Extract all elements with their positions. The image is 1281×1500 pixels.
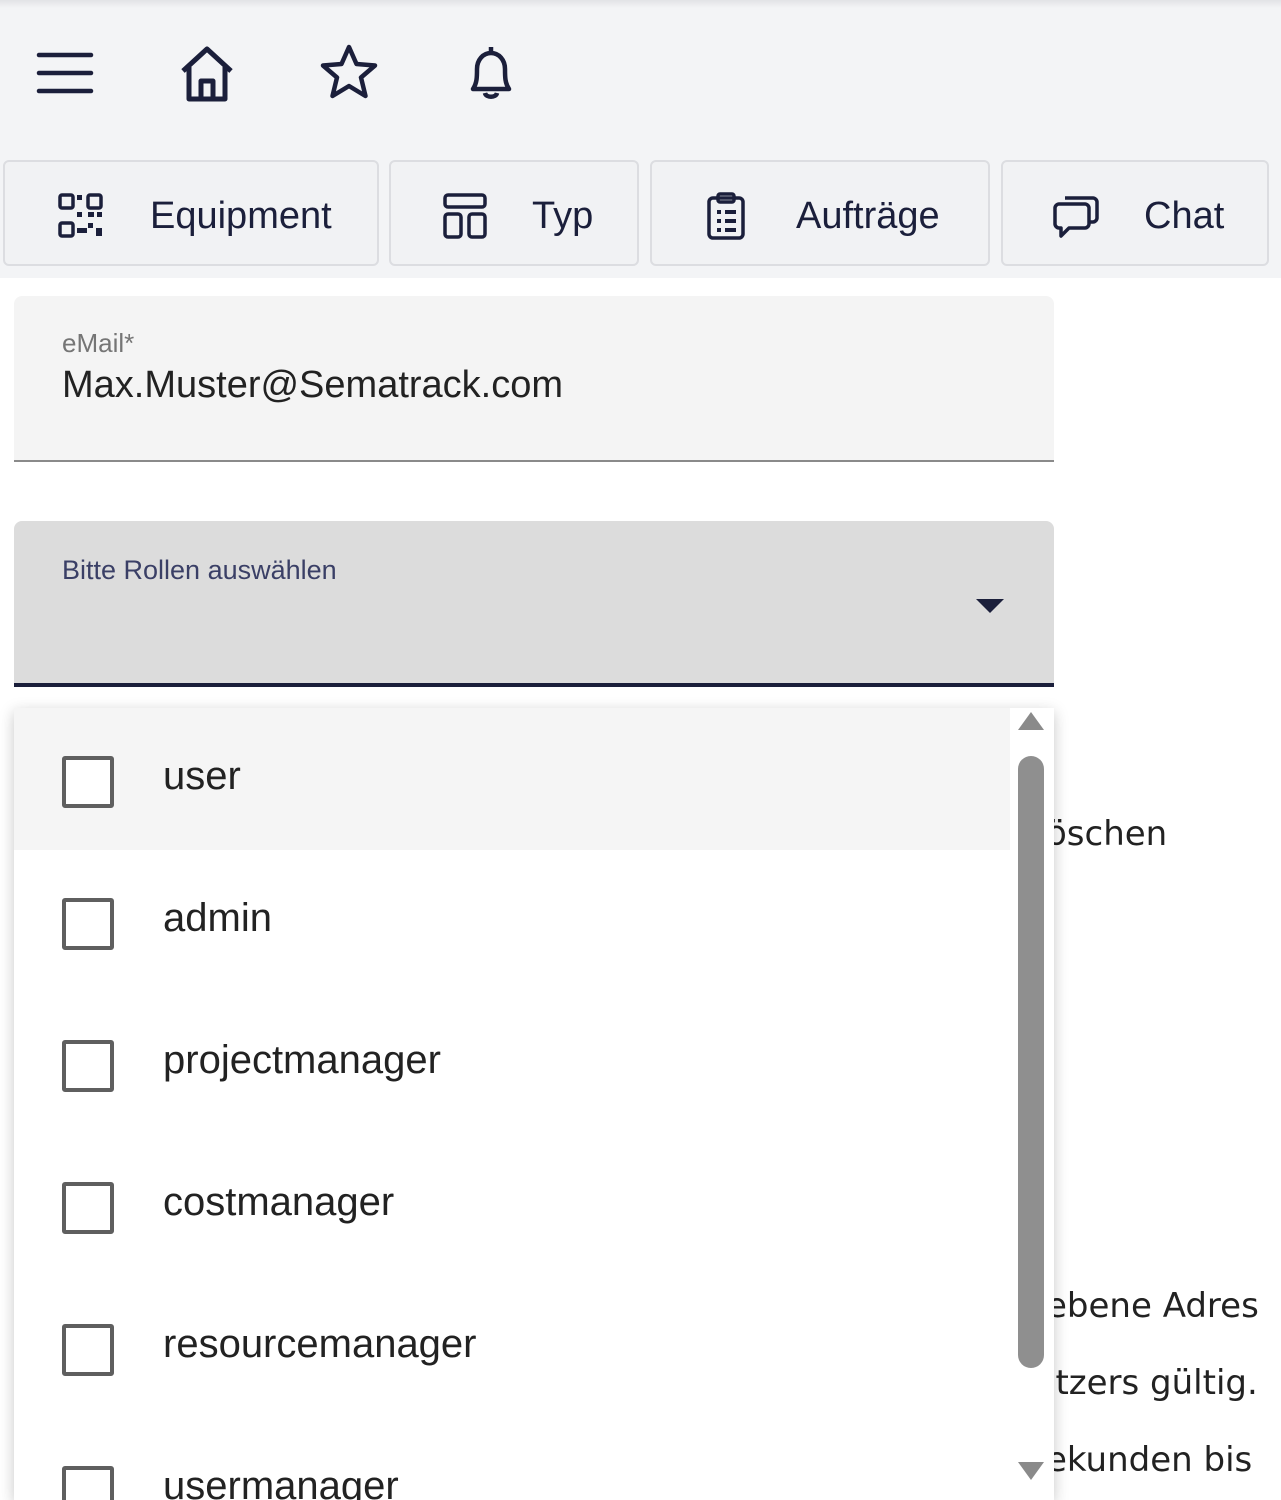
email-field[interactable]: eMail* Max.Muster@Sematrack.com xyxy=(14,296,1054,462)
background-text-valid: itzers gültig. xyxy=(1046,1363,1258,1403)
background-text-seconds: ekunden bis xyxy=(1046,1440,1253,1480)
role-checkbox[interactable] xyxy=(62,898,114,950)
nav-chat-label: Chat xyxy=(1144,195,1225,237)
scrollbar-thumb[interactable] xyxy=(1018,756,1044,1368)
role-checkbox[interactable] xyxy=(62,1182,114,1234)
bell-icon[interactable] xyxy=(459,38,523,108)
role-checkbox[interactable] xyxy=(62,756,114,808)
roles-dropdown-panel: user admin projectmanager costmanager re… xyxy=(14,708,1054,1500)
nav-bar: Equipment Typ Aufträge Chat xyxy=(0,150,1281,278)
clipboard-icon xyxy=(700,190,752,242)
background-text-address: ebene Adres xyxy=(1046,1286,1259,1326)
roles-select[interactable]: Bitte Rollen auswählen xyxy=(14,521,1054,687)
role-option-admin[interactable]: admin xyxy=(14,850,1010,992)
role-option-label: resourcemanager xyxy=(163,1322,477,1366)
star-icon[interactable] xyxy=(317,38,381,108)
background-text-delete: öschen xyxy=(1046,814,1168,854)
role-option-projectmanager[interactable]: projectmanager xyxy=(14,992,1010,1134)
toolbar-shadow xyxy=(0,0,1281,8)
chat-icon xyxy=(1049,190,1101,242)
nav-auftraege-button[interactable]: Aufträge xyxy=(650,160,990,266)
role-option-label: usermanager xyxy=(163,1464,399,1500)
nav-equipment-button[interactable]: Equipment xyxy=(3,160,379,266)
nav-chat-button[interactable]: Chat xyxy=(1001,160,1269,266)
scroll-up-arrow-icon[interactable] xyxy=(1018,712,1044,730)
top-toolbar xyxy=(0,0,1281,150)
role-option-resourcemanager[interactable]: resourcemanager xyxy=(14,1276,1010,1418)
nav-typ-button[interactable]: Typ xyxy=(389,160,639,266)
role-option-costmanager[interactable]: costmanager xyxy=(14,1134,1010,1276)
role-checkbox[interactable] xyxy=(62,1324,114,1376)
email-field-value[interactable]: Max.Muster@Sematrack.com xyxy=(62,364,563,407)
nav-equipment-label: Equipment xyxy=(150,195,332,237)
role-option-label: admin xyxy=(163,896,272,940)
nav-auftraege-label: Aufträge xyxy=(796,195,940,237)
role-checkbox[interactable] xyxy=(62,1466,114,1500)
dropdown-arrow-icon[interactable] xyxy=(976,599,1004,613)
role-option-label: costmanager xyxy=(163,1180,395,1224)
role-checkbox[interactable] xyxy=(62,1040,114,1092)
role-option-label: user xyxy=(163,754,241,798)
qr-code-icon xyxy=(55,190,107,242)
role-option-label: projectmanager xyxy=(163,1038,441,1082)
layout-icon xyxy=(439,190,491,242)
role-option-usermanager[interactable]: usermanager xyxy=(14,1418,1010,1500)
role-option-user[interactable]: user xyxy=(14,708,1010,850)
nav-typ-label: Typ xyxy=(532,195,594,237)
menu-icon[interactable] xyxy=(33,38,97,108)
home-icon[interactable] xyxy=(175,38,239,108)
roles-select-label: Bitte Rollen auswählen xyxy=(62,555,337,585)
scroll-down-arrow-icon[interactable] xyxy=(1018,1462,1044,1480)
email-field-label: eMail* xyxy=(62,328,135,358)
